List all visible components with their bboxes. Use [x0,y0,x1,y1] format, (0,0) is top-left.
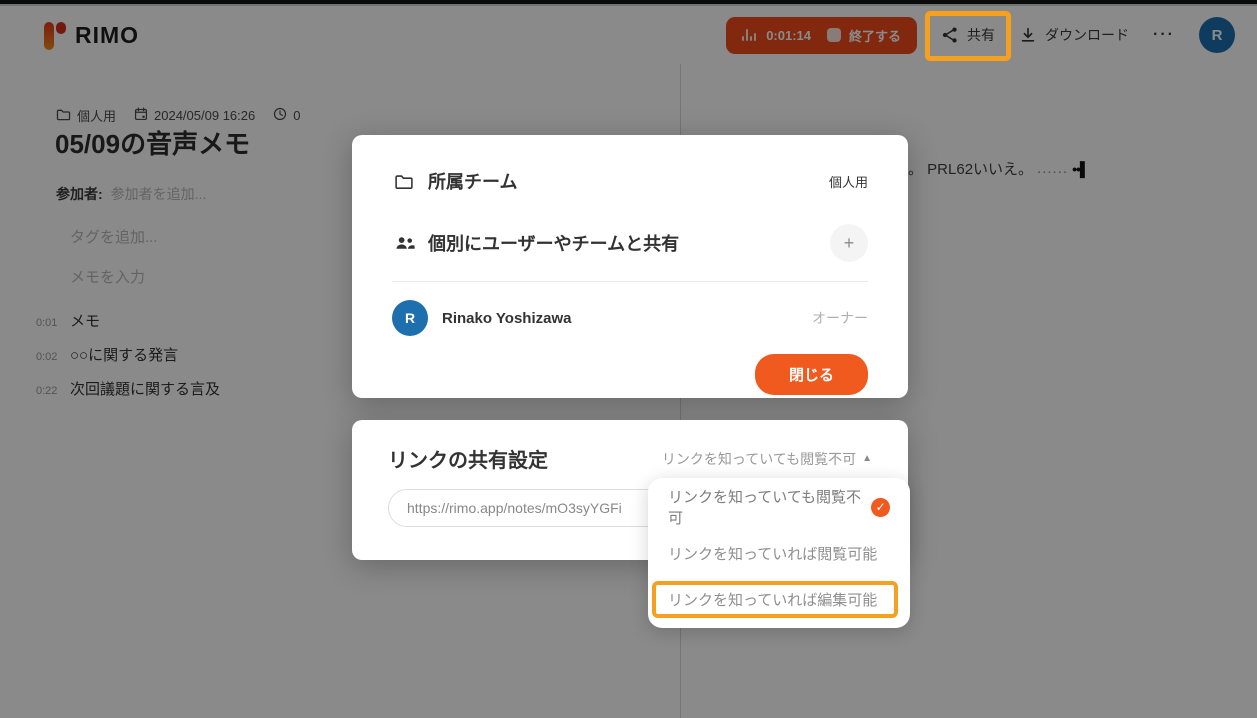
link-permission-dropdown[interactable]: リンクを知っていても閲覧不可 ▲ [662,449,872,469]
link-permission-menu: リンクを知っていても閲覧不可 ✓ リンクを知っていれば閲覧可能 リンクを知ってい… [648,478,910,628]
member-row: R Rinako Yoshizawa オーナー [392,296,868,340]
link-settings-row: リンクの共有設定 リンクを知っていても閲覧不可 ▲ [388,444,872,473]
people-icon [392,235,416,251]
individual-share-row: 個別にユーザーやチームと共有 + [392,221,868,265]
member-role: オーナー [812,308,868,328]
menu-option-edit[interactable]: リンクを知っていれば編集可能 [648,576,910,622]
chevron-up-icon: ▲ [862,453,872,464]
member-divider [392,281,868,282]
close-button[interactable]: 閉じる [755,354,868,395]
dropdown-value: リンクを知っていても閲覧不可 [662,449,856,469]
add-member-button[interactable]: + [830,224,868,262]
member-name: Rinako Yoshizawa [442,310,572,327]
team-share-modal: 所属チーム 個人用 個別にユーザーやチームと共有 + R Rinako Yosh… [352,135,908,398]
close-row: 閉じる [392,354,868,395]
team-section-title: 所属チーム [428,168,517,194]
folder-icon [392,173,416,190]
check-icon: ✓ [871,498,890,517]
team-value[interactable]: 個人用 [829,172,868,191]
menu-option-no-access[interactable]: リンクを知っていても閲覧不可 ✓ [648,484,910,530]
link-settings-title: リンクの共有設定 [388,444,548,473]
team-section-row: 所属チーム 個人用 [392,161,868,201]
member-avatar: R [392,300,428,336]
individual-share-title: 個別にユーザーやチームと共有 [428,230,679,256]
menu-option-view[interactable]: リンクを知っていれば閲覧可能 [648,530,910,576]
